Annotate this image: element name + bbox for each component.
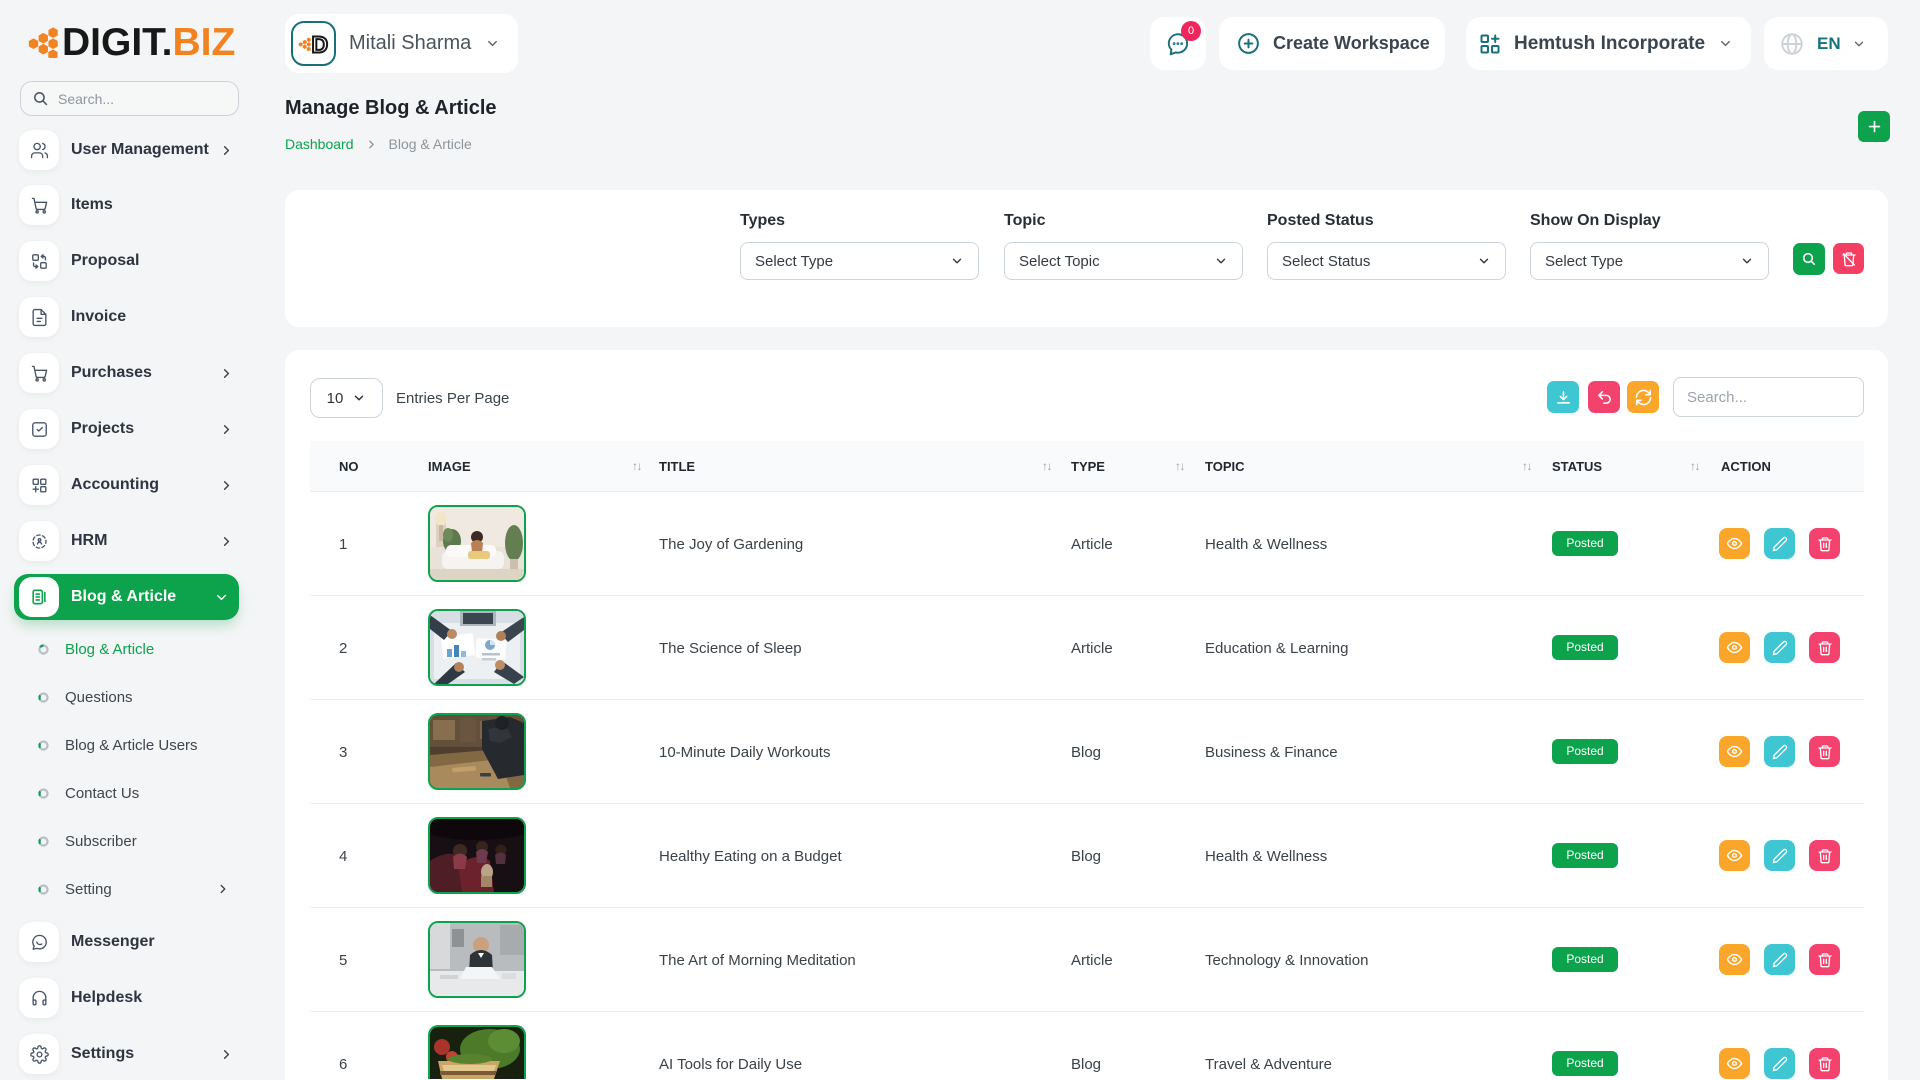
svg-text:D: D: [311, 32, 328, 56]
